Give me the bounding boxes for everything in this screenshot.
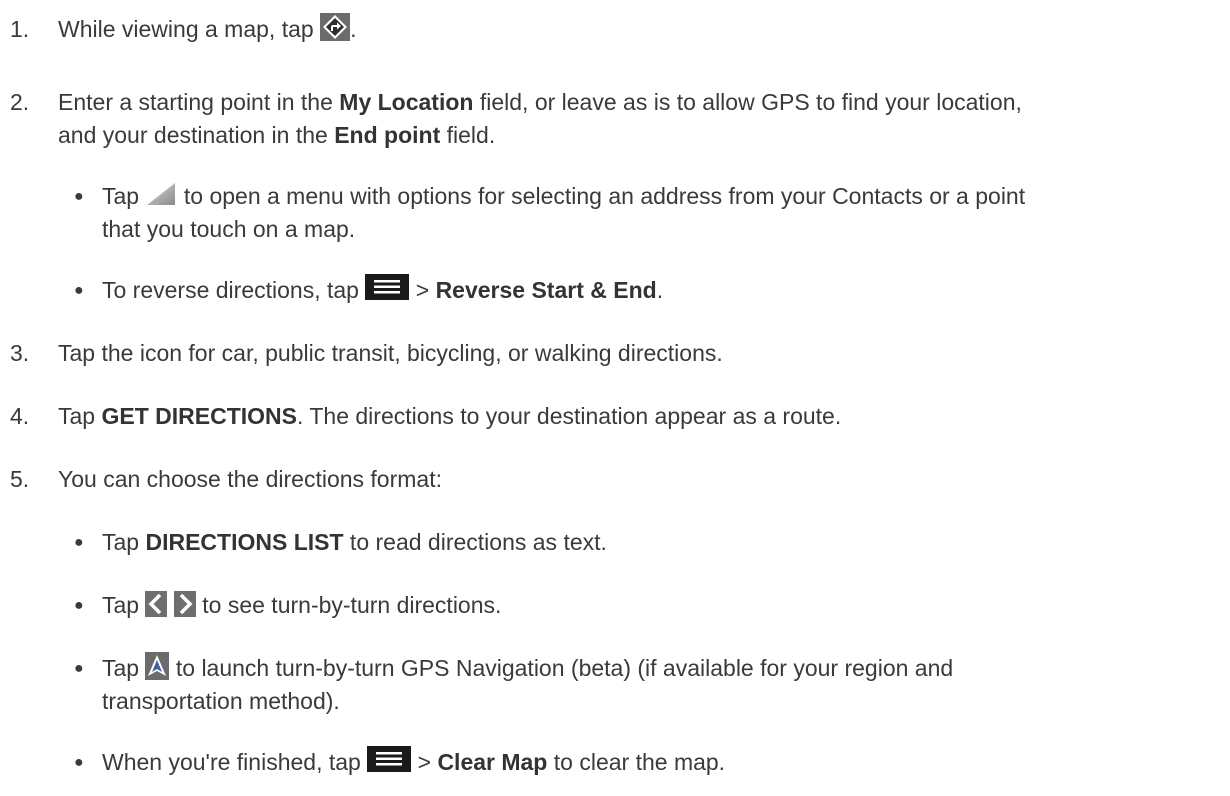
step-text: You can choose the directions format: (58, 466, 442, 492)
directions-icon (320, 13, 351, 41)
bullet-dot: ● (74, 754, 84, 771)
step-number: 3. (10, 340, 30, 366)
step-text: While viewing a map, tap . (58, 13, 1226, 46)
bullet-text: Tap to launch turn-by-turn GPS Navigatio… (102, 652, 1226, 718)
next-arrow-icon (173, 591, 196, 617)
prev-arrow-icon (145, 591, 168, 617)
bullet-text: Tap to open a menu with options for sele… (102, 182, 1026, 242)
bullet-dot: ● (74, 282, 84, 299)
step-number: 4. (10, 403, 30, 429)
step-text: Enter a starting point in the My Locatio… (58, 89, 1022, 148)
bullet-dot: ● (74, 597, 84, 614)
bullet-text: To reverse directions, tap > Reverse Sta… (102, 274, 1226, 307)
bullet-dot: ● (74, 660, 84, 677)
step-text: Tap the icon for car, public transit, bi… (58, 340, 723, 366)
bullet-text: Tap to see turn-by-turn directions. (102, 591, 502, 618)
bullet-text: When you're finished, tap > Clear Map to… (102, 746, 1226, 779)
contacts-triangle-icon (145, 182, 177, 206)
bullet-text: Tap DIRECTIONS LIST to read directions a… (102, 529, 607, 555)
menu-icon (367, 746, 412, 772)
navigation-arrow-icon (145, 652, 170, 680)
bullet-dot: ● (74, 534, 84, 551)
step-number: 5. (10, 466, 30, 492)
step-text: Tap GET DIRECTIONS. The directions to yo… (58, 403, 842, 429)
bullet-dot: ● (74, 188, 84, 205)
step-number: 1. (10, 16, 30, 42)
menu-icon (365, 274, 410, 300)
step-number: 2. (10, 89, 30, 115)
